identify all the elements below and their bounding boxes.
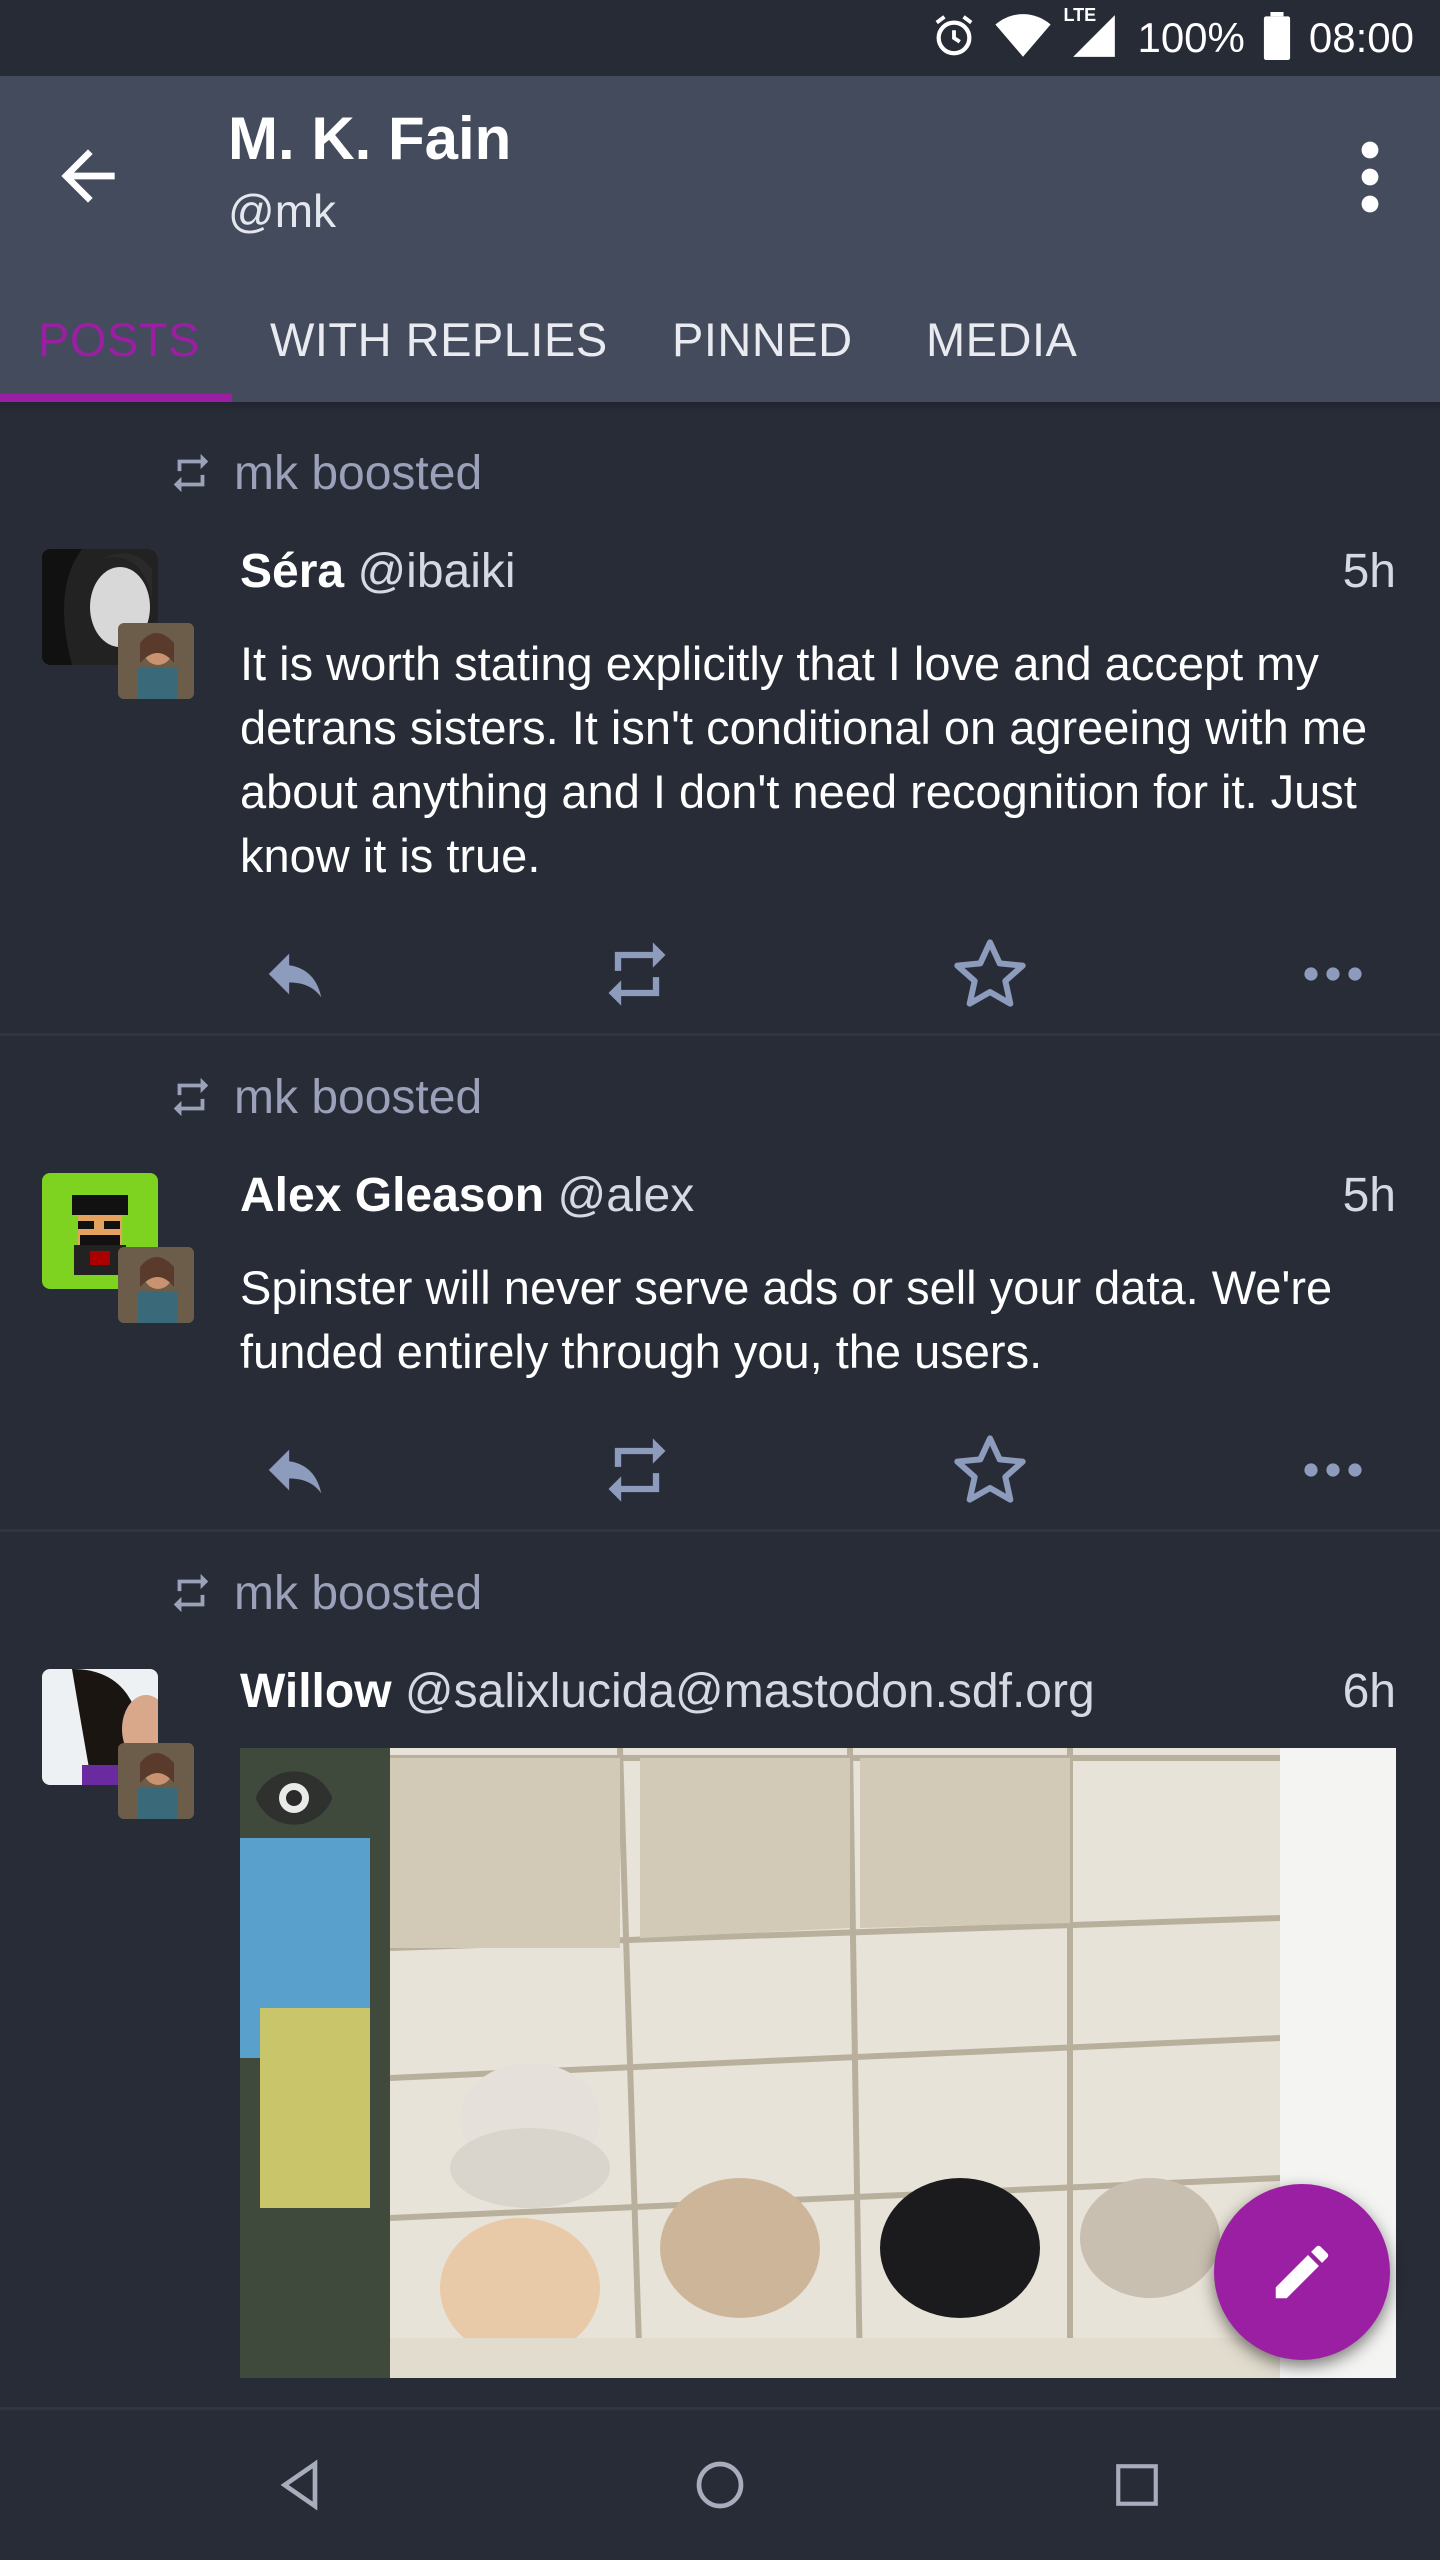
battery-percent: 100%	[1137, 14, 1245, 61]
divider	[0, 1529, 1440, 1532]
status-content: Spinster will never serve ads or sell yo…	[240, 1261, 1333, 1378]
status-bar: LTE 100% 08:00	[0, 0, 1440, 76]
status-author[interactable]: Séra @ibaiki	[240, 544, 516, 599]
status-author[interactable]: Willow @salixlucida@mastodon.sdf.org	[240, 1664, 1095, 1719]
boost-label: mk boosted	[234, 1070, 483, 1124]
page-title: M. K. Fain	[228, 105, 512, 172]
boost-icon	[173, 1077, 209, 1117]
star-icon	[954, 1435, 1026, 1503]
tab-posts[interactable]: POSTS	[38, 290, 200, 402]
display-name: Alex Gleason	[240, 1169, 545, 1222]
more-horiz-icon	[1304, 1463, 1362, 1477]
status-content: It is worth stating explicitly that I lo…	[240, 637, 1368, 882]
boost-label: mk boosted	[234, 446, 483, 500]
account-handle: @salixlucida@mastodon.sdf.org	[404, 1665, 1095, 1718]
status-actions	[240, 1425, 1400, 1515]
boost-indicator: mk boosted	[168, 443, 482, 503]
battery-icon	[1263, 11, 1291, 65]
more-vert-icon	[1361, 141, 1379, 213]
divider	[0, 1033, 1440, 1036]
booster-avatar[interactable]	[118, 623, 194, 699]
pencil-icon	[1275, 2245, 1329, 2299]
profile-handle: @mk	[228, 185, 337, 237]
account-handle: @ibaiki	[357, 545, 516, 598]
network-type: LTE	[1063, 4, 1097, 25]
system-nav-bar	[0, 2410, 1440, 2560]
alarm-icon	[931, 13, 977, 64]
boost-icon	[608, 942, 666, 1006]
favourite-button[interactable]	[945, 929, 1035, 1019]
back-triangle-icon	[280, 2459, 318, 2511]
boost-icon	[173, 1573, 209, 1613]
arrow-left-icon	[61, 149, 115, 203]
wifi-icon	[995, 13, 1052, 64]
status-timestamp: 5h	[1342, 545, 1396, 598]
back-button[interactable]	[48, 136, 128, 216]
booster-avatar[interactable]	[118, 1247, 194, 1323]
more-button[interactable]	[1288, 929, 1378, 1019]
eye-icon[interactable]	[254, 1768, 334, 1828]
active-tab-indicator	[0, 394, 232, 402]
boost-button[interactable]	[592, 929, 682, 1019]
app-bar-shadow	[0, 402, 1440, 414]
reply-icon	[268, 953, 322, 998]
reply-icon	[268, 1449, 322, 1494]
nav-recents-button[interactable]	[1092, 2440, 1182, 2530]
display-name: Séra	[240, 545, 345, 598]
account-handle: @alex	[557, 1169, 695, 1222]
cell-signal-icon: LTE	[1063, 5, 1119, 66]
status-author[interactable]: Alex Gleason @alex	[240, 1168, 694, 1223]
tab-pinned[interactable]: PINNED	[672, 290, 853, 402]
more-button[interactable]	[1288, 1425, 1378, 1515]
app-bar: M. K. Fain @mk POSTS WITH REPLIES PINNED…	[0, 76, 1440, 402]
compose-button[interactable]	[1214, 2184, 1390, 2360]
boost-label: mk boosted	[234, 1566, 483, 1620]
boost-icon	[608, 1438, 666, 1502]
tab-media[interactable]: MEDIA	[926, 290, 1077, 402]
status-timestamp: 6h	[1342, 1665, 1396, 1718]
more-horiz-icon	[1304, 967, 1362, 981]
home-circle-icon	[696, 2461, 744, 2509]
more-options-button[interactable]	[1340, 132, 1400, 222]
status-actions	[240, 929, 1400, 1019]
boost-icon	[173, 453, 209, 493]
clock: 08:00	[1308, 14, 1414, 61]
boost-indicator: mk boosted	[168, 1067, 482, 1127]
display-name: Willow	[240, 1665, 392, 1718]
reply-button[interactable]	[250, 1425, 340, 1515]
booster-avatar[interactable]	[118, 1743, 194, 1819]
boost-indicator: mk boosted	[168, 1563, 482, 1623]
favourite-button[interactable]	[945, 1425, 1035, 1515]
nav-back-button[interactable]	[256, 2440, 346, 2530]
reply-button[interactable]	[250, 929, 340, 1019]
profile-tabs: POSTS WITH REPLIES PINNED MEDIA	[0, 290, 1440, 402]
star-icon	[954, 939, 1026, 1007]
recents-square-icon	[1116, 2464, 1158, 2506]
boost-button[interactable]	[592, 1425, 682, 1515]
nav-home-button[interactable]	[675, 2440, 765, 2530]
tab-with-replies[interactable]: WITH REPLIES	[270, 290, 608, 402]
status-timestamp: 5h	[1342, 1169, 1396, 1222]
